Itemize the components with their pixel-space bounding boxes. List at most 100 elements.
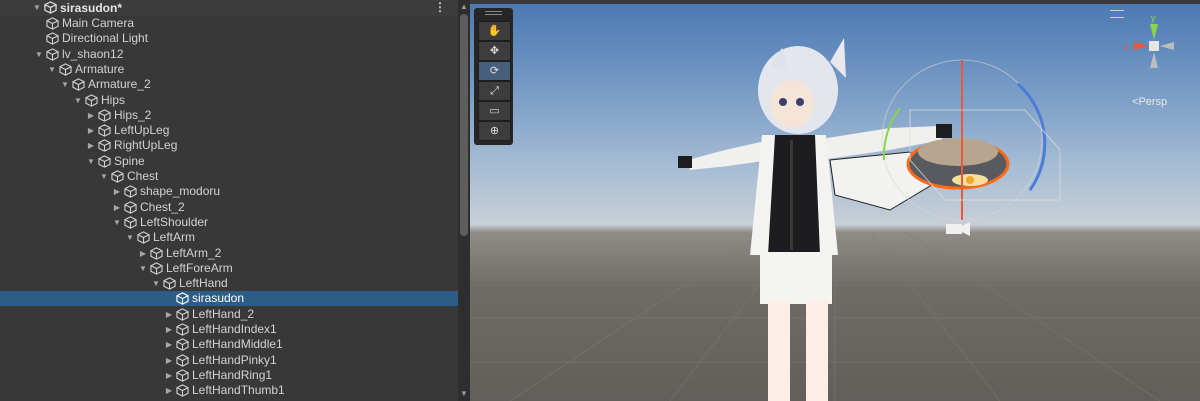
hierarchy-item[interactable]: ▼ LeftForeArm [0,261,458,276]
expand-arrow-icon[interactable]: ▶ [138,246,148,261]
expand-arrow-icon[interactable]: ▶ [86,138,96,153]
collapse-arrow-icon[interactable]: ▼ [151,276,161,291]
gizmo-x-cone[interactable] [1134,42,1148,50]
move-icon: ✥ [489,45,500,57]
hierarchy-item[interactable]: ▶ LeftHandIndex1 [0,322,458,337]
hierarchy-item-label: LeftShoulder [140,214,209,229]
gizmo-center-cube[interactable] [1149,41,1159,51]
orientation-gizmo[interactable]: y x [1110,10,1200,90]
hierarchy-item-label: Main Camera [62,16,135,30]
hand-icon: ✋ [487,25,502,37]
sirasudon-bowl[interactable] [906,138,1010,190]
hand-tool-button[interactable]: ✋ [478,21,511,41]
hierarchy-item[interactable]: ▶ RightUpLeg [0,138,458,153]
hierarchy-item-label: Armature [75,61,125,76]
rect-tool-button[interactable]: ▭ [478,101,511,121]
expand-arrow-icon[interactable]: ▶ [164,322,174,337]
collapse-arrow-icon[interactable]: ▼ [60,77,70,92]
kebab-menu-icon[interactable]: ⋮ [434,0,446,15]
collapse-arrow-icon[interactable]: ▼ [34,47,44,62]
scale-tool-button[interactable]: ⤢ [478,81,511,101]
hierarchy-item[interactable]: ▼ Chest [0,169,458,184]
move-tool-button[interactable]: ✥ [478,41,511,61]
hierarchy-item[interactable]: Directional Light [0,31,458,46]
expand-arrow-icon[interactable]: ▶ [164,353,174,368]
hierarchy-item[interactable]: ▼ lv_shaon12 [0,47,458,62]
gizmo-y-cone[interactable] [1150,24,1158,40]
scale-icon: ⤢ [490,85,499,97]
collapse-arrow-icon[interactable]: ▼ [138,261,148,276]
hierarchy-item[interactable]: ▶ Chest_2 [0,200,458,215]
gizmo-neg-x-cone[interactable] [1160,42,1174,50]
hierarchy-item-label: LeftHandIndex1 [192,322,277,336]
hierarchy-item[interactable]: ▼ LeftArm [0,230,458,245]
expand-arrow-icon[interactable]: ▶ [112,200,122,215]
hierarchy-item[interactable]: ▼ LeftHand [0,276,458,291]
hierarchy-panel: ▼ sirasudon* ⋮ Main Camera Directional Li… [0,0,458,401]
expand-arrow-icon[interactable]: ▼ [32,0,42,16]
scene-view[interactable]: ✋ ✥ ⟳ ⤢ ▭ ⊕ y x <Persp [470,0,1200,401]
scene-header-row[interactable]: ▼ sirasudon* ⋮ [0,0,458,16]
hierarchy-item[interactable]: ▶ shape_modoru [0,184,458,199]
transform-tool-button[interactable]: ⊕ [478,121,511,141]
hierarchy-item-label: Hips_2 [114,107,152,122]
expand-arrow-icon[interactable]: ▶ [164,368,174,383]
hierarchy-item-label: Armature_2 [88,77,151,92]
rect-icon: ▭ [489,105,500,117]
hierarchy-item[interactable]: sirasudon [0,291,458,307]
hierarchy-item-label: LeftArm_2 [166,245,222,260]
collapse-arrow-icon[interactable]: ▼ [125,230,135,245]
hierarchy-item[interactable]: ▶ LeftHand_2 [0,307,458,322]
scroll-down-arrow-icon[interactable]: ▼ [458,389,470,399]
hierarchy-item[interactable]: ▶ LeftHandPinky1 [0,353,458,368]
hierarchy-item[interactable]: ▶ LeftHandRing1 [0,368,458,383]
hierarchy-item[interactable]: ▼ Armature [0,62,458,77]
expand-arrow-icon[interactable]: ▶ [164,307,174,322]
gameobject-cube-icon [176,338,189,351]
scroll-up-arrow-icon[interactable]: ▲ [458,2,470,12]
expand-arrow-icon[interactable]: ▶ [86,108,96,123]
hierarchy-item[interactable]: ▶ LeftArm_2 [0,246,458,261]
gameobject-cube-icon [176,307,189,321]
gizmo-y-label: y [1151,13,1156,23]
gameobject-cube-icon [176,323,189,336]
tool-palette-grip-icon[interactable] [485,11,502,15]
gizmo-x-label: x [1124,42,1129,52]
expand-arrow-icon[interactable]: ▶ [164,337,174,352]
gameobject-cube-icon [98,139,111,153]
hierarchy-item-label: LeftForeArm [166,260,233,275]
projection-toggle[interactable]: <Persp [1132,96,1167,108]
gizmo-neg-y-cone[interactable] [1150,52,1158,68]
hierarchy-item[interactable]: ▼ Armature_2 [0,77,458,92]
hierarchy-item-label: LeftHandThumb1 [192,383,285,398]
hierarchy-scrollbar[interactable]: ▲ ▼ [458,0,470,401]
gameobject-cube-icon [176,292,189,306]
collapse-arrow-icon[interactable]: ▼ [73,93,83,108]
gameobject-cube-icon [59,63,72,76]
avatar-character[interactable] [678,38,952,401]
hierarchy-item[interactable]: Main Camera [0,16,458,31]
hierarchy-item[interactable]: ▼ Hips [0,93,458,108]
floor-grid [470,231,1200,401]
tool-palette: ✋ ✥ ⟳ ⤢ ▭ ⊕ [474,8,513,145]
rotate-tool-button[interactable]: ⟳ [478,61,511,81]
hierarchy-item-label: shape_modoru [140,184,221,199]
hierarchy-item[interactable]: ▶ LeftHandThumb1 [0,383,458,398]
collapse-arrow-icon[interactable]: ▼ [112,215,122,230]
expand-arrow-icon[interactable]: ▶ [164,383,174,398]
expand-arrow-icon[interactable]: ▶ [86,123,96,138]
expand-arrow-icon[interactable]: ▶ [112,184,122,199]
hierarchy-item[interactable]: ▶ LeftUpLeg [0,123,458,138]
collapse-arrow-icon[interactable]: ▼ [86,154,96,169]
scroll-thumb[interactable] [460,14,468,236]
camera-gizmo-icon[interactable] [946,222,970,236]
hierarchy-item[interactable]: ▶ Hips_2 [0,108,458,123]
gameobject-cube-icon [176,369,189,382]
gameobject-cube-icon [46,32,59,45]
hierarchy-item[interactable]: ▼ Spine [0,154,458,169]
gameobject-cube-icon [150,246,163,260]
collapse-arrow-icon[interactable]: ▼ [99,169,109,184]
hierarchy-item[interactable]: ▼ LeftShoulder [0,215,458,230]
hierarchy-item[interactable]: ▶ LeftHandMiddle1 [0,337,458,352]
collapse-arrow-icon[interactable]: ▼ [47,62,57,77]
